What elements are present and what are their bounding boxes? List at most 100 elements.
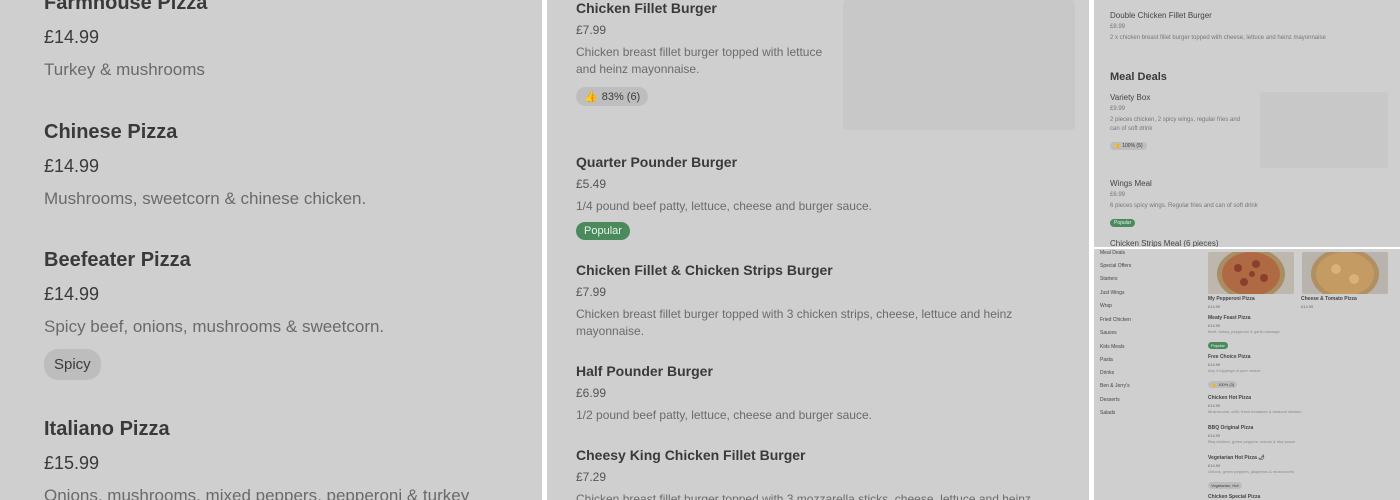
item-price: £7.99 [576, 23, 607, 37]
item-price: £14.99 [1301, 304, 1314, 309]
menu-item[interactable]: Chicken Fillet & Chicken Strips Burger £… [576, 262, 1046, 340]
item-description: Chicken breast fillet burger topped with… [576, 45, 823, 76]
item-description: 1/2 pound beef patty, lettuce, cheese an… [576, 408, 872, 422]
menu-item[interactable]: Double Chicken Fillet Burger £8.99 2 x c… [1110, 11, 1390, 43]
item-price: £7.29 [576, 470, 607, 484]
category-link[interactable]: Fried Chicken [1100, 317, 1131, 323]
item-description: 2 x chicken breast fillet burger topped … [1110, 35, 1326, 41]
category-link[interactable]: Pasta [1100, 357, 1113, 363]
item-description: Turkey & mushrooms [44, 60, 205, 79]
spicy-tag: Spicy [44, 349, 101, 380]
thumbs-up-icon: 👍 [1211, 382, 1216, 387]
item-name: Cheese & Tomato Pizza [1301, 296, 1357, 302]
item-name: Variety Box [1110, 93, 1151, 102]
popular-badge: Popular [1110, 219, 1136, 227]
menu-item[interactable]: Chicken Fillet Burger £7.99 Chicken brea… [576, 0, 836, 106]
menu-item[interactable]: Quarter Pounder Burger £5.49 1/4 pound b… [576, 154, 1046, 240]
item-description: Mushrooms, chilli, fresh tomatoes & tand… [1208, 409, 1302, 414]
item-price: £14.99 [1208, 433, 1221, 438]
item-name: Double Chicken Fillet Burger [1110, 11, 1212, 20]
item-price: £7.99 [576, 285, 607, 299]
item-description: Bbq chicken, green peppers, onions & bbq… [1208, 439, 1296, 444]
item-description: 6 pieces spicy wings. Regular fries and … [1110, 203, 1258, 209]
category-link[interactable]: Special Offers [1100, 263, 1131, 269]
category-link[interactable]: Kids Meals [1100, 344, 1124, 350]
item-name: Quarter Pounder Burger [576, 154, 738, 170]
item-description: Spicy beef, onions, mushrooms & sweetcor… [44, 317, 385, 336]
menu-item[interactable]: Vegetarian Hot Pizza 🌶 £14.99 Onions, gr… [1208, 455, 1388, 492]
item-name: Chinese Pizza [44, 121, 178, 143]
item-description: Any 4 toppings of your choice [1208, 368, 1261, 373]
category-link[interactable]: Starters [1100, 276, 1118, 282]
menu-item[interactable]: Chicken Special Pizza [1208, 494, 1388, 500]
item-name: Wings Meal [1110, 179, 1152, 188]
item-price: £6.99 [576, 386, 607, 400]
item-price: £14.99 [1208, 304, 1221, 309]
item-price: £14.99 [44, 156, 100, 176]
category-link[interactable]: Just Wings [1100, 290, 1124, 296]
menu-item[interactable]: Variety Box £9.99 2 pieces chicken, 2 sp… [1110, 93, 1250, 152]
category-link[interactable]: Sauces [1100, 330, 1117, 336]
menu-item[interactable]: Cheese & Tomato Pizza £14.99 [1301, 296, 1391, 309]
menu-panel-meal-deals: Double Chicken Fillet Burger £8.99 2 x c… [1094, 0, 1400, 247]
item-name: Farmhouse Pizza [44, 0, 208, 14]
dietary-tag: Vegetarian, Hot [1208, 482, 1242, 489]
cheese-tomato-pizza-image[interactable] [1302, 252, 1388, 294]
item-name: Italiano Pizza [44, 418, 170, 440]
rating-badge: 👍 100% (3) [1208, 381, 1238, 388]
category-link[interactable]: Wrap [1100, 303, 1112, 309]
item-name: Beefeater Pizza [44, 249, 191, 271]
rating-value: 83% (6) [601, 90, 641, 103]
item-price: £14.99 [1208, 463, 1221, 468]
item-name: My Pepperoni Pizza [1208, 296, 1255, 302]
item-name: Meaty Feast Pizza [1208, 315, 1251, 321]
menu-item[interactable]: BBQ Original Pizza £14.99 Bbq chicken, g… [1208, 425, 1388, 444]
item-name: Chicken Strips Meal (6 pieces) [1110, 239, 1219, 247]
item-price: £14.99 [1208, 403, 1221, 408]
item-price: £14.99 [44, 27, 100, 47]
menu-item[interactable]: Free Choice Pizza £14.99 Any 4 toppings … [1208, 354, 1388, 391]
item-name: Chicken Hot Pizza [1208, 395, 1252, 401]
pizza-icon [1302, 252, 1388, 294]
item-price: £5.49 [576, 177, 607, 191]
menu-panel-burgers: Chicken Fillet Burger £7.99 Chicken brea… [547, 0, 1089, 500]
menu-item[interactable]: Meaty Feast Pizza £14.99 Beef, turkey, p… [1208, 315, 1388, 352]
item-name: Chicken Fillet & Chicken Strips Burger [576, 262, 833, 278]
menu-item[interactable]: Chicken Strips Meal (6 pieces) [1110, 239, 1390, 247]
item-price: £14.99 [44, 284, 100, 304]
item-name: Vegetarian Hot Pizza 🌶 [1208, 455, 1265, 461]
category-link[interactable]: Desserts [1100, 397, 1120, 403]
item-description: Onions, green peppers, jalapenos & mushr… [1208, 469, 1294, 474]
menu-item[interactable]: Italiano Pizza £15.99 Onions, mushrooms,… [44, 418, 469, 500]
item-name: Chicken Fillet Burger [576, 0, 717, 16]
menu-item[interactable]: Farmhouse Pizza £14.99 Turkey & mushroom… [44, 0, 207, 80]
rating-value: 100% (5) [1122, 143, 1143, 149]
category-link[interactable]: Ben & Jerry's [1100, 383, 1130, 389]
menu-item[interactable]: My Pepperoni Pizza £14.99 [1208, 296, 1298, 309]
category-link[interactable]: Salads [1100, 410, 1115, 416]
rating-value: 100% (3) [1217, 382, 1235, 387]
item-price: £9.99 [1110, 106, 1126, 112]
category-link[interactable]: Drinks [1100, 370, 1114, 376]
item-price: £8.99 [1110, 24, 1126, 30]
item-name: BBQ Original Pizza [1208, 425, 1254, 431]
menu-item[interactable]: Cheesy King Chicken Fillet Burger £7.29 … [576, 447, 1046, 500]
item-image-placeholder[interactable] [1260, 92, 1388, 168]
pepperoni-pizza-image[interactable] [1208, 252, 1294, 294]
menu-item[interactable]: Chicken Hot Pizza £14.99 Mushrooms, chil… [1208, 395, 1388, 414]
item-name: Cheesy King Chicken Fillet Burger [576, 447, 806, 463]
menu-item[interactable]: Chinese Pizza £14.99 Mushrooms, sweetcor… [44, 121, 366, 209]
item-price: £14.99 [1208, 323, 1221, 328]
menu-item[interactable]: Half Pounder Burger £6.99 1/2 pound beef… [576, 363, 1046, 424]
category-link[interactable]: Meal Deals [1100, 250, 1125, 256]
item-image-placeholder[interactable] [843, 0, 1075, 130]
item-price: £15.99 [44, 453, 100, 473]
menu-panel-pizza-list: Meal Deals Special Offers Starters Just … [1094, 249, 1400, 500]
popular-badge: Popular [576, 222, 630, 240]
item-description: Beef, turkey, pepperoni & garlic sausage [1208, 329, 1280, 334]
item-description: Chicken breast fillet burger topped with… [576, 492, 1031, 500]
item-description: 1/4 pound beef patty, lettuce, cheese an… [576, 199, 872, 213]
rating-badge: 👍 100% (5) [1110, 142, 1147, 150]
menu-item[interactable]: Wings Meal £6.99 6 pieces spicy wings. R… [1110, 179, 1390, 229]
menu-item[interactable]: Beefeater Pizza £14.99 Spicy beef, onion… [44, 249, 384, 380]
